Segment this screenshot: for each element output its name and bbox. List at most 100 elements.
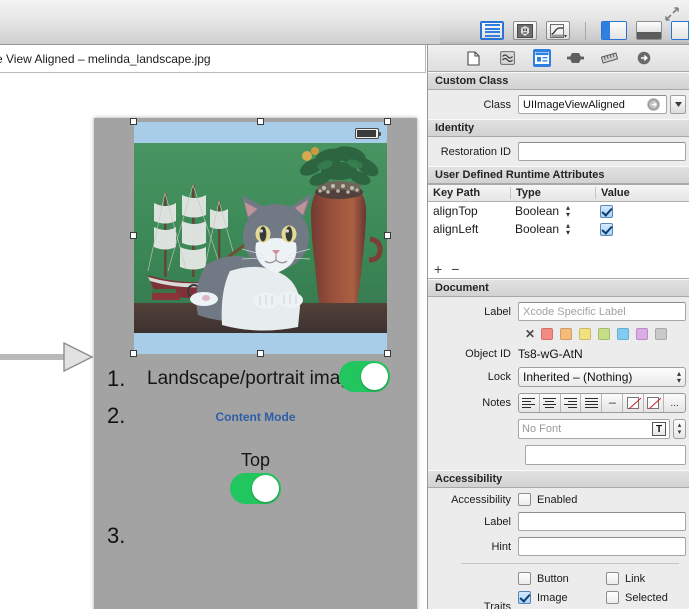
align-center-icon[interactable] — [540, 394, 561, 412]
value-checkbox[interactable] — [600, 222, 613, 236]
trait-button-checkbox[interactable] — [518, 572, 531, 585]
enabled-checkbox[interactable] — [518, 493, 531, 506]
trait-selected[interactable]: Selected — [606, 591, 668, 604]
font-size-stepper[interactable]: ▴ ▾ — [673, 419, 686, 439]
align-justify-icon[interactable] — [581, 394, 602, 412]
class-dropdown-button[interactable] — [670, 95, 686, 114]
runtime-attributes-table: Key Path Type Value alignTop Boolean ▴ ▾ … — [428, 184, 689, 279]
section-identity-title: Identity — [435, 122, 475, 134]
editor-standard-icon[interactable] — [480, 21, 504, 40]
table-row[interactable]: alignLeft Boolean ▴ ▾ — [428, 220, 689, 238]
label-top: Top — [240, 450, 271, 470]
full-screen-icon[interactable] — [664, 6, 680, 22]
identity-inspector-icon[interactable] — [532, 49, 551, 67]
trait-image-checkbox[interactable] — [518, 591, 531, 604]
traits-label: Traits — [483, 601, 511, 609]
notes-textarea[interactable] — [525, 445, 686, 465]
more-options-icon[interactable]: ... — [664, 394, 685, 412]
color-swatch-red[interactable] — [541, 328, 554, 340]
assistant-editor-icon[interactable] — [513, 21, 537, 40]
view-controller-scene[interactable]: 1. 2. 3. Landscape/portrait image Conten… — [94, 118, 417, 609]
text-color-icon[interactable] — [623, 394, 644, 412]
accessibility-label-row: Label — [428, 512, 689, 531]
resize-handle-bottom-center[interactable] — [257, 350, 264, 357]
version-editor-icon[interactable] — [546, 21, 570, 40]
trait-link-checkbox[interactable] — [606, 572, 619, 585]
clear-color-icon[interactable]: ✕ — [525, 327, 535, 341]
resize-handle-top-center[interactable] — [257, 118, 264, 125]
key-path-value: alignTop — [433, 204, 478, 218]
type-stepper-icon[interactable]: ▴ ▾ — [564, 204, 572, 219]
section-custom-class: Custom Class — [428, 72, 689, 90]
notes-label: Notes — [482, 397, 511, 409]
quick-help-icon[interactable] — [499, 49, 517, 67]
font-picker-icon[interactable]: T — [652, 422, 666, 436]
resize-handle-top-left[interactable] — [130, 118, 137, 125]
lock-select[interactable]: Inherited – (Nothing) ▴ ▾ — [518, 367, 686, 387]
color-swatch-blue[interactable] — [617, 328, 630, 340]
switch-align-top[interactable] — [230, 473, 281, 504]
value-checkbox[interactable] — [600, 204, 613, 218]
dashes-text: --- — [608, 397, 616, 409]
color-swatch-orange[interactable] — [560, 328, 573, 340]
attributes-inspector-icon[interactable] — [567, 49, 585, 67]
acc-hint-input[interactable] — [518, 537, 686, 556]
value-cell[interactable] — [595, 222, 689, 236]
enabled-checkbox-row[interactable]: Enabled — [518, 493, 577, 506]
switch-landscape-portrait[interactable] — [339, 361, 390, 392]
dashes-icon[interactable]: --- — [602, 394, 623, 412]
section-custom-class-title: Custom Class — [435, 75, 509, 87]
acc-label-input[interactable] — [518, 512, 686, 531]
color-swatch-green[interactable] — [598, 328, 611, 340]
type-stepper-icon[interactable]: ▴ ▾ — [564, 222, 572, 237]
runtime-table-empty-area — [428, 238, 689, 260]
resize-handle-bottom-left[interactable] — [130, 350, 137, 357]
interface-builder-canvas[interactable]: 1. 2. 3. Landscape/portrait image Conten… — [0, 73, 426, 609]
label-content-mode[interactable]: Content Mode — [94, 410, 417, 424]
toggle-utilities-icon[interactable] — [671, 21, 689, 40]
resize-handle-top-right[interactable] — [384, 118, 391, 125]
utilities-body — [672, 22, 688, 39]
type-value[interactable]: Boolean ▴ ▾ — [510, 222, 595, 237]
section-identity: Identity — [428, 119, 689, 137]
document-label-input[interactable]: Xcode Specific Label — [518, 302, 686, 321]
color-swatch-purple[interactable] — [636, 328, 649, 340]
table-row[interactable]: alignTop Boolean ▴ ▾ — [428, 202, 689, 220]
font-input[interactable]: No Font T — [518, 419, 670, 439]
size-inspector-icon[interactable] — [601, 49, 619, 67]
trait-selected-checkbox[interactable] — [606, 591, 619, 604]
remove-attribute-button[interactable]: − — [451, 261, 459, 277]
value-cell[interactable] — [595, 204, 689, 218]
notes-format-toolbar: --- ... — [518, 393, 686, 413]
color-swatch-yellow[interactable] — [579, 328, 592, 340]
type-value[interactable]: Boolean ▴ ▾ — [510, 204, 595, 219]
custom-class-body: Class UIImageViewAligned — [428, 90, 689, 119]
trait-link[interactable]: Link — [606, 572, 668, 585]
trait-button[interactable]: Button — [518, 572, 606, 585]
align-left-icon[interactable] — [519, 394, 540, 412]
add-attribute-button[interactable]: + — [434, 261, 442, 277]
resize-handle-middle-right[interactable] — [384, 232, 391, 239]
connections-inspector-icon[interactable] — [635, 49, 653, 67]
trait-image[interactable]: Image — [518, 591, 606, 604]
toolbar-separator — [585, 21, 586, 40]
toggle-navigator-icon[interactable] — [601, 21, 627, 40]
resize-handle-bottom-right[interactable] — [384, 350, 391, 357]
image-view-aligned[interactable] — [130, 118, 391, 357]
jump-to-definition-icon[interactable] — [647, 98, 660, 111]
color-swatch-gray[interactable] — [655, 328, 668, 340]
type-text: Boolean — [515, 222, 560, 236]
resize-handle-middle-left[interactable] — [130, 232, 137, 239]
class-value: UIImageViewAligned — [523, 98, 625, 111]
section-accessibility: Accessibility — [428, 470, 689, 488]
toggle-debug-area-icon[interactable] — [636, 21, 662, 40]
restoration-id-input[interactable] — [518, 142, 686, 161]
document-label-row: Label Xcode Specific Label — [428, 302, 689, 321]
highlight-color-icon[interactable] — [644, 394, 665, 412]
class-input[interactable]: UIImageViewAligned — [518, 95, 667, 114]
align-right-icon[interactable] — [561, 394, 582, 412]
traits-column-1: Button Image Static Text Search Fie — [518, 572, 606, 609]
file-inspector-icon[interactable] — [465, 49, 483, 67]
xcode-window: e View Aligned – melinda_landscape.jpg 1… — [0, 0, 689, 609]
section-document: Document — [428, 279, 689, 297]
